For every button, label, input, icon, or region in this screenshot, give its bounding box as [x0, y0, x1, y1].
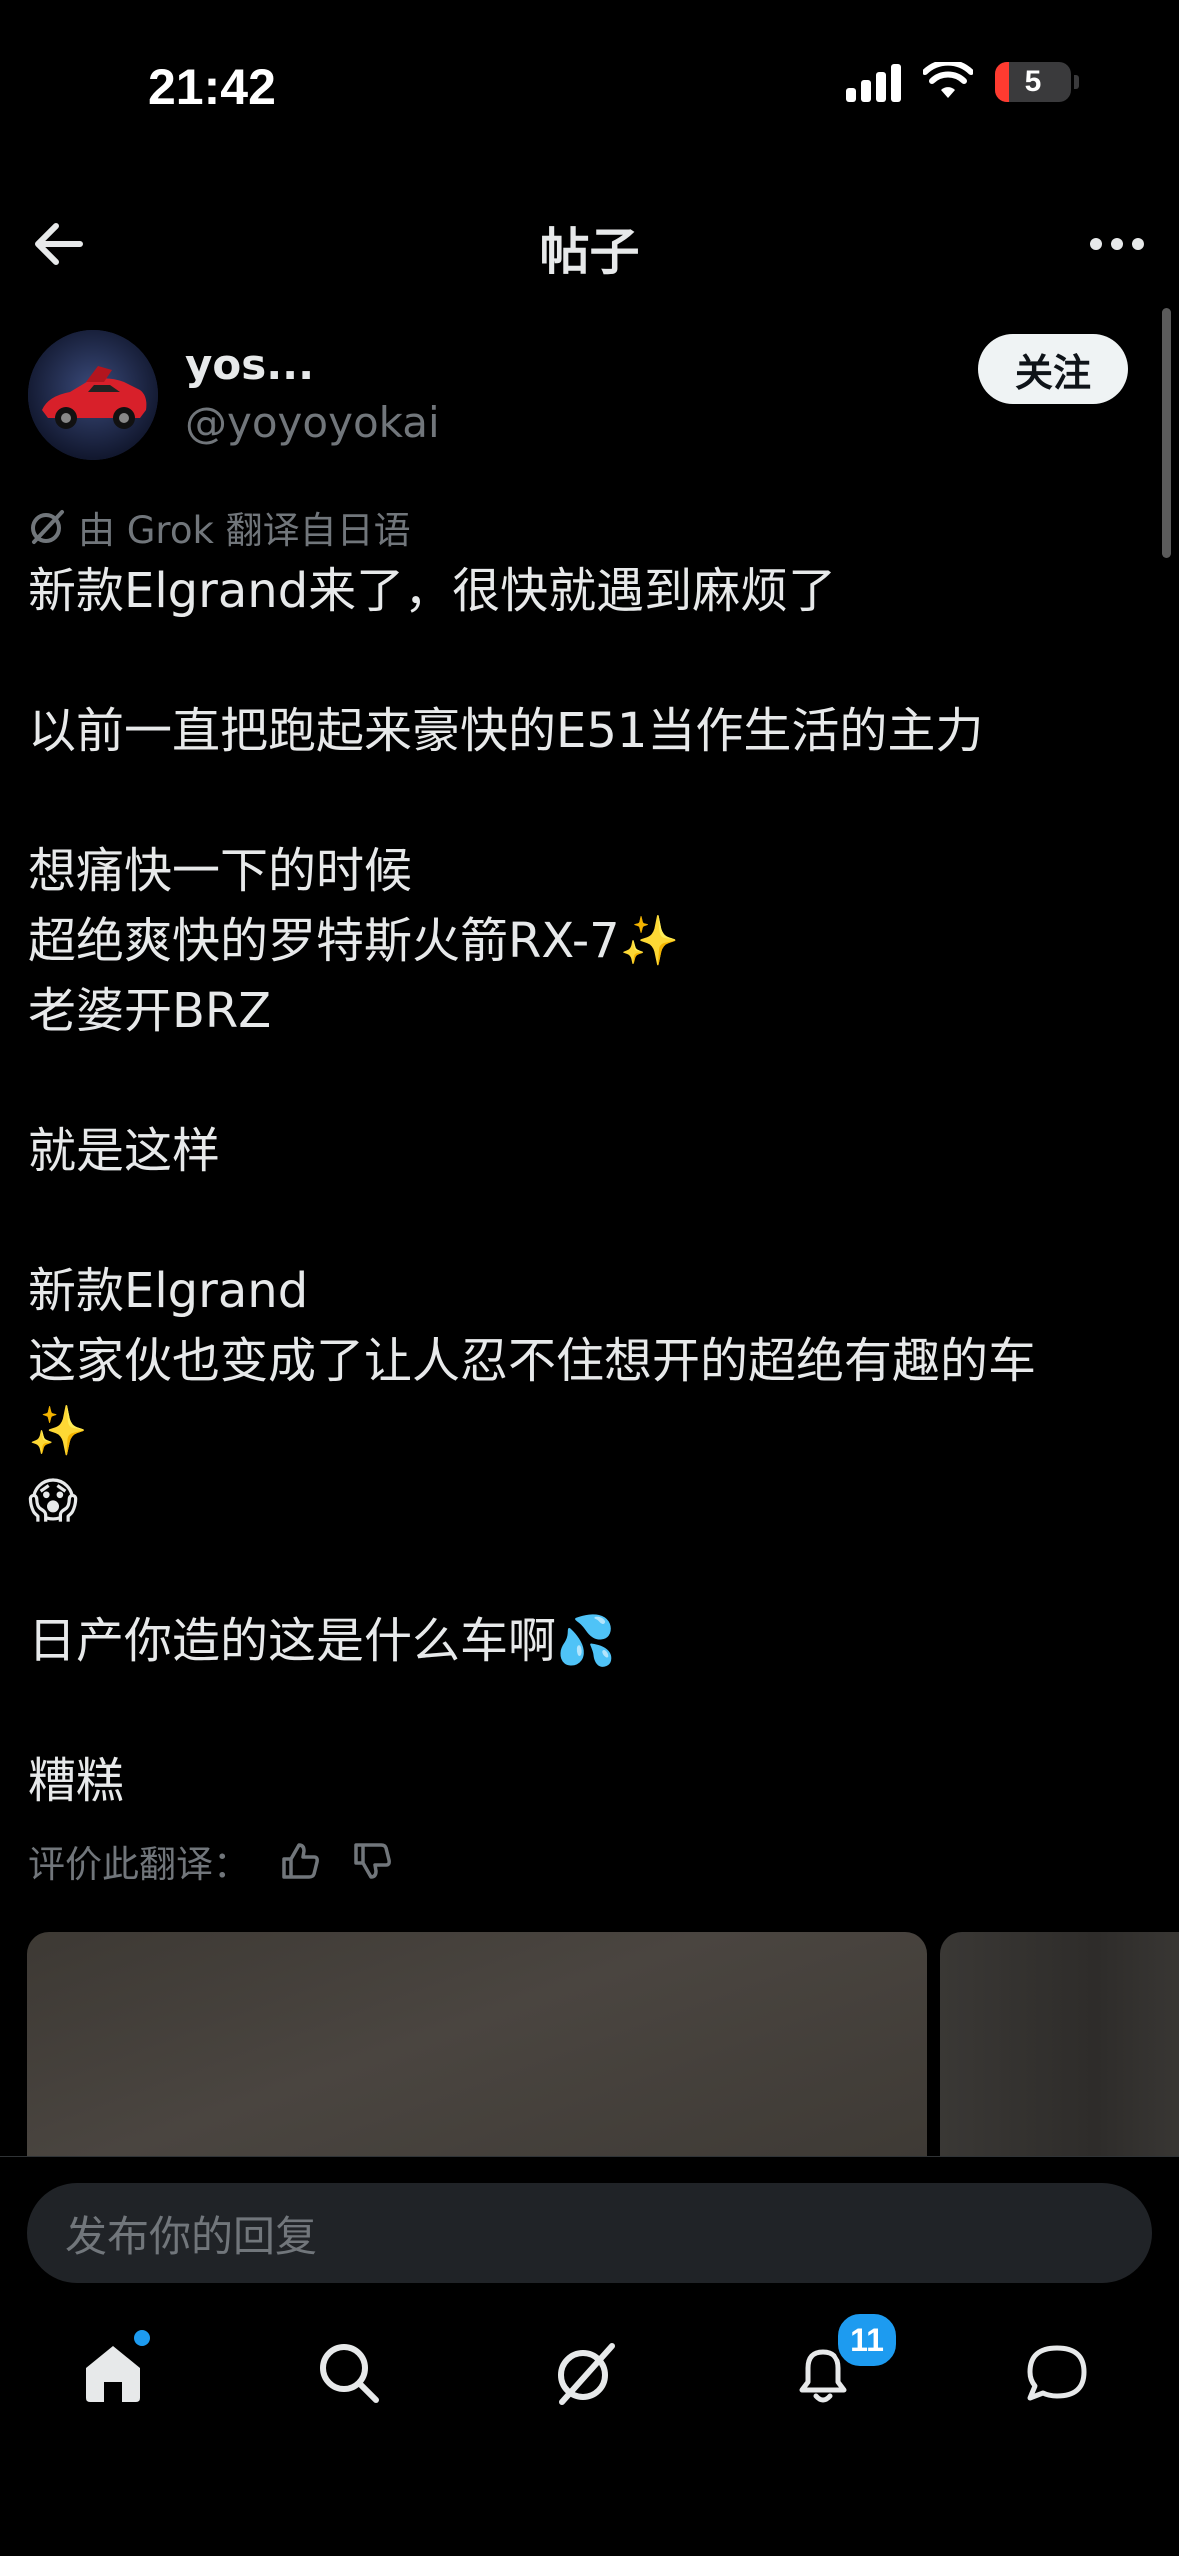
post-line: 😱: [28, 1473, 79, 1529]
cellular-signal-icon: [846, 62, 901, 102]
tab-messages[interactable]: [1022, 2338, 1102, 2418]
red-sports-car-image: [28, 330, 158, 460]
author-handle[interactable]: @yoyoyokai: [185, 398, 440, 447]
follow-button[interactable]: 关注: [978, 334, 1128, 404]
tab-search[interactable]: [314, 2338, 394, 2418]
grok-icon: [31, 510, 64, 544]
post-line: 新款Elgrand来了，很快就遇到麻烦了: [28, 563, 837, 619]
grok-icon: [558, 2343, 615, 2405]
post-image[interactable]: [27, 1932, 927, 2162]
status-icons: 5: [846, 62, 1079, 102]
thumbs-up-icon[interactable]: [278, 1839, 322, 1883]
messages-icon: [1027, 2345, 1087, 2401]
home-icon: [86, 2346, 140, 2402]
search-icon: [320, 2344, 379, 2403]
post-header: 帖子: [0, 190, 1179, 295]
post-line: 超绝爽快的罗特斯火箭RX-7✨: [28, 913, 680, 969]
post-image[interactable]: [940, 1932, 1179, 2162]
reply-bar: 发布你的回复: [0, 2156, 1179, 2287]
status-bar: 21:42 5: [0, 0, 1179, 170]
bottom-tab-bar: 11: [0, 2290, 1179, 2450]
post-line: 老婆开BRZ: [28, 983, 272, 1039]
tab-grok[interactable]: [550, 2338, 630, 2418]
post-line: ✨: [28, 1403, 88, 1459]
battery-percent: 5: [1024, 65, 1042, 98]
home-unread-dot: [134, 2330, 150, 2346]
translation-note-text: 由 Grok 翻译自日语: [78, 509, 411, 552]
post-line: 新款Elgrand: [28, 1263, 309, 1319]
scrollbar[interactable]: [1162, 308, 1171, 558]
author-name[interactable]: yos...: [185, 340, 314, 389]
notification-count-badge: 11: [834, 2310, 900, 2370]
thumbs-down-icon[interactable]: [350, 1839, 394, 1883]
rate-translation-label: 评价此翻译：: [28, 1843, 250, 1886]
rate-translation: 评价此翻译：: [28, 1834, 394, 1888]
page-title: 帖子: [539, 223, 640, 281]
more-dot: [1111, 238, 1123, 250]
tab-home[interactable]: [78, 2330, 158, 2418]
more-dot: [1090, 238, 1102, 250]
wifi-icon: [923, 62, 973, 98]
battery-icon: 5: [995, 62, 1071, 102]
post-line: 这家伙也变成了让人忍不住想开的超绝有趣的车: [28, 1333, 1037, 1389]
more-dot: [1132, 238, 1144, 250]
reply-input[interactable]: 发布你的回复: [27, 2183, 1152, 2283]
more-options-button[interactable]: [1085, 212, 1149, 276]
translation-note: 由 Grok 翻译自日语: [28, 500, 411, 554]
post-line: 想痛快一下的时候: [28, 843, 413, 899]
post-line: 日产你造的这是什么车啊💦: [28, 1613, 616, 1669]
tab-notifications[interactable]: 11: [788, 2310, 900, 2418]
avatar[interactable]: [28, 330, 158, 460]
post-line: 糟糕: [28, 1753, 125, 1809]
status-time: 21:42: [148, 59, 276, 115]
post-line: 以前一直把跑起来豪快的E51当作生活的主力: [28, 703, 984, 759]
post-line: 就是这样: [28, 1123, 221, 1179]
post-text: 新款Elgrand来了，很快就遇到麻烦了 以前一直把跑起来豪快的E51当作生活的…: [28, 556, 1148, 1816]
